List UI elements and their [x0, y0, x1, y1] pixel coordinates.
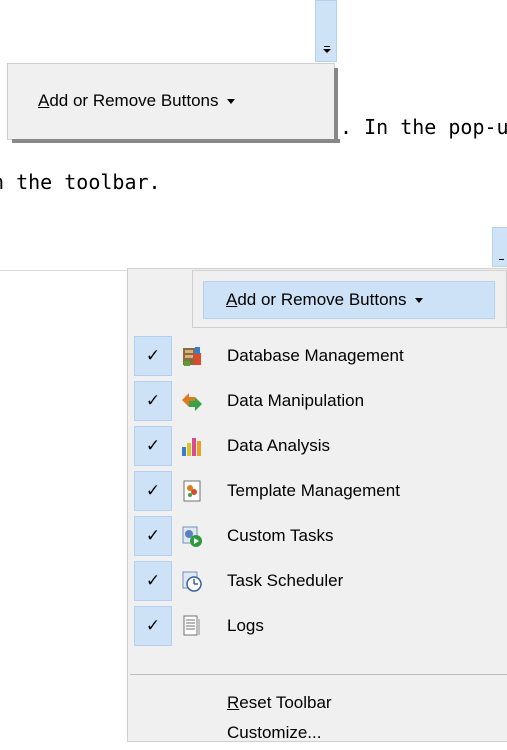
- menu-item-label: Logs: [227, 616, 264, 635]
- add-remove-label: dd or Remove Buttons: [237, 290, 407, 309]
- body-text-line-1: . In the pop-u: [340, 115, 507, 139]
- access-key: A: [226, 290, 238, 309]
- custom-tasks-icon: [182, 526, 202, 547]
- check-icon: ✓: [134, 516, 172, 556]
- customize-label: Customize...: [227, 723, 322, 742]
- check-icon: ✓: [134, 426, 172, 466]
- reset-toolbar-item[interactable]: Reset Toolbar: [130, 683, 507, 723]
- menu-item-custom-tasks[interactable]: ✓ Custom Tasks: [130, 514, 507, 558]
- logs-icon: [183, 615, 200, 636]
- menu-item-logs[interactable]: ✓ Logs: [130, 604, 507, 648]
- check-icon: ✓: [134, 381, 172, 421]
- menu-item-label: Data Manipulation: [227, 391, 365, 410]
- menu-item-label: Task Scheduler: [227, 571, 344, 590]
- task-scheduler-icon: [182, 571, 202, 592]
- add-remove-label: dd or Remove Buttons: [49, 91, 219, 110]
- add-remove-buttons-menu-button[interactable]: Add or Remove Buttons: [203, 281, 495, 319]
- menu-item-database-management[interactable]: ✓ Database Management: [130, 334, 507, 378]
- toolbar-options-chevron-2[interactable]: [492, 227, 507, 267]
- menu-item-label: Database Management: [227, 346, 404, 365]
- check-icon: ✓: [134, 606, 172, 646]
- caret-down-icon: [414, 298, 423, 304]
- menu-item-label: Custom Tasks: [227, 526, 334, 545]
- chevron-bar-icon: [324, 46, 330, 47]
- data-analysis-icon: [182, 438, 201, 456]
- database-management-icon: [183, 347, 201, 366]
- customize-item[interactable]: Customize...: [130, 720, 507, 750]
- body-text-line-2: n the toolbar.: [0, 170, 161, 194]
- panel-shadow-right: [334, 68, 338, 143]
- chevron-down-icon: [323, 49, 331, 53]
- reset-toolbar-label: eset Toolbar: [239, 693, 332, 712]
- menu-header: Add or Remove Buttons: [192, 270, 507, 328]
- menu-item-data-analysis[interactable]: ✓ Data Analysis: [130, 424, 507, 468]
- check-icon: ✓: [134, 336, 172, 376]
- menu-item-task-scheduler[interactable]: ✓ Task Scheduler: [130, 559, 507, 603]
- menu-item-data-manipulation[interactable]: ✓ Data Manipulation: [130, 379, 507, 423]
- add-remove-buttons-button[interactable]: Add or Remove Buttons: [38, 91, 235, 111]
- toolbar-options-chevron[interactable]: [315, 0, 337, 62]
- menu-separator: [130, 674, 507, 675]
- menu-item-label: Template Management: [227, 481, 400, 500]
- template-management-icon: [183, 480, 201, 502]
- access-key: A: [38, 91, 50, 110]
- check-icon: ✓: [134, 471, 172, 511]
- chevron-bar-icon: [499, 259, 504, 260]
- check-icon: ✓: [134, 561, 172, 601]
- menu-item-template-management[interactable]: ✓ Template Management: [130, 469, 507, 513]
- menu-item-label: Data Analysis: [227, 436, 330, 455]
- access-key: R: [227, 693, 240, 712]
- add-remove-panel: Add or Remove Buttons: [7, 63, 340, 143]
- caret-down-icon: [226, 99, 235, 105]
- panel-shadow-bottom: [12, 139, 340, 143]
- data-manipulation-icon: [182, 393, 202, 411]
